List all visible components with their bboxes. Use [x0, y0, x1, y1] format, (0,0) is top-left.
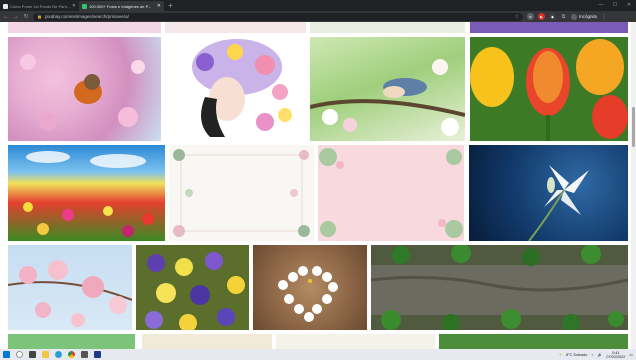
- image-ivy-tree-bark[interactable]: [371, 245, 628, 330]
- reload-icon[interactable]: ↻: [23, 13, 29, 20]
- image-cherry-blossom-sky[interactable]: [8, 245, 132, 330]
- image-girl-flower-crown[interactable]: [165, 37, 306, 141]
- image-robin-bird-blossoms[interactable]: [8, 37, 161, 141]
- tab-pixabay[interactable]: 100.000+ Fotos e Imágenes de P... ✕: [79, 1, 164, 11]
- image-top-strip-3[interactable]: [310, 22, 465, 33]
- incognito-icon: [571, 13, 577, 20]
- image-tulip-field[interactable]: [8, 145, 165, 241]
- app-icon-blue[interactable]: [94, 351, 101, 358]
- clock-date: 07/02/2022: [606, 354, 626, 359]
- robin-art: [20, 54, 145, 131]
- image-floral-frame-pink[interactable]: [318, 145, 464, 241]
- edge-browser-icon[interactable]: [55, 351, 62, 358]
- system-tray: ☀ 8°C Soleado ⌁ 🔊 0:41 07/02/2022 ▭: [559, 351, 633, 359]
- search-icon[interactable]: [16, 351, 23, 358]
- extension-icon-red[interactable]: ▶: [538, 13, 545, 20]
- incognito-label: Incógnito: [579, 14, 598, 19]
- minimize-icon[interactable]: —: [594, 0, 608, 10]
- windows-start-icon[interactable]: [3, 351, 10, 358]
- image-top-strip-2[interactable]: [165, 22, 306, 33]
- scrollbar-thumb[interactable]: [632, 107, 635, 147]
- image-floral-frame-white[interactable]: [169, 145, 314, 241]
- maximize-icon[interactable]: ☐: [608, 0, 622, 10]
- lock-icon[interactable]: 🔒: [37, 14, 42, 19]
- cherry-art: [8, 260, 132, 327]
- image-daisy-heart-wood[interactable]: [253, 245, 367, 330]
- image-bottom-strip-3[interactable]: [276, 334, 435, 349]
- nuthatch-art: [310, 59, 465, 136]
- new-tab-plus-icon[interactable]: +: [168, 1, 173, 10]
- task-view-icon[interactable]: [29, 351, 36, 358]
- tab-close-icon[interactable]: ✕: [72, 3, 76, 9]
- incognito-profile[interactable]: Incógnito: [571, 13, 598, 20]
- image-top-strip-1[interactable]: [8, 22, 161, 33]
- image-results-grid: [0, 22, 636, 349]
- image-tulips-orange-yellow[interactable]: [470, 37, 628, 141]
- pixabay-favicon-icon: [82, 3, 87, 9]
- file-explorer-icon[interactable]: [42, 351, 49, 358]
- os-taskbar: ☀ 8°C Soleado ⌁ 🔊 0:41 07/02/2022 ▭: [0, 349, 636, 360]
- image-pansies-flowers[interactable]: [136, 245, 249, 330]
- tulips-art: [470, 39, 628, 141]
- image-nuthatch-bird-branch[interactable]: [310, 37, 465, 141]
- floral-frame-pink-art: [319, 148, 463, 238]
- address-url: pixabay.com/es/images/search/primavera/: [44, 14, 129, 19]
- tab-title: Como Poner Un Fondo De Pant...: [10, 3, 70, 9]
- image-bottom-strip-4[interactable]: [439, 334, 628, 349]
- browser-tabstrip: Como Poner Un Fondo De Pant... ✕ 100.000…: [0, 0, 636, 11]
- close-window-icon[interactable]: ✕: [622, 0, 636, 10]
- store-icon[interactable]: [81, 351, 88, 358]
- page-scrollbar[interactable]: [631, 22, 636, 349]
- network-icon[interactable]: ⌁: [591, 352, 593, 357]
- ivy-art: [371, 245, 628, 330]
- tulip-field-art: [23, 151, 154, 237]
- tab-como-poner[interactable]: Como Poner Un Fondo De Pant... ✕: [0, 1, 79, 11]
- browser-toolbar: ← → ↻ 🔒 pixabay.com/es/images/search/pri…: [0, 11, 636, 22]
- menu-kebab-icon[interactable]: ⋮: [601, 13, 607, 20]
- weather-icon[interactable]: ☀: [559, 352, 562, 357]
- image-white-lily-blue[interactable]: [469, 145, 628, 241]
- tab-title: 100.000+ Fotos e Imágenes de P...: [89, 3, 152, 9]
- daisy-heart-art: [278, 266, 338, 322]
- back-arrow-icon[interactable]: ←: [3, 14, 9, 20]
- window-controls: — ☐ ✕: [594, 0, 636, 10]
- puzzle-extensions-icon[interactable]: ⧉: [560, 13, 567, 20]
- pansies-art: [145, 252, 245, 330]
- image-bottom-strip-1[interactable]: [8, 334, 135, 349]
- address-bar[interactable]: 🔒 pixabay.com/es/images/search/primavera…: [33, 12, 523, 21]
- floral-frame-white-art: [173, 149, 310, 237]
- notification-icon[interactable]: ▭: [629, 352, 633, 357]
- system-clock[interactable]: 0:41 07/02/2022: [606, 351, 625, 359]
- extension-icon-gray[interactable]: e: [527, 13, 534, 20]
- girl-art: [192, 39, 292, 137]
- bookmark-star-icon[interactable]: ☆: [515, 14, 519, 20]
- volume-icon[interactable]: 🔊: [598, 352, 603, 357]
- chrome-browser-icon[interactable]: [68, 351, 75, 358]
- image-bottom-strip-2[interactable]: [142, 334, 272, 349]
- lily-art: [528, 165, 589, 241]
- tab-close-icon[interactable]: ✕: [157, 3, 161, 9]
- image-top-strip-4[interactable]: [470, 22, 628, 33]
- forward-arrow-icon[interactable]: →: [13, 14, 19, 20]
- weather-text[interactable]: 8°C Soleado: [566, 353, 587, 357]
- extension-icon-dark[interactable]: ◆: [549, 13, 556, 20]
- tab-favicon-icon: [3, 3, 8, 9]
